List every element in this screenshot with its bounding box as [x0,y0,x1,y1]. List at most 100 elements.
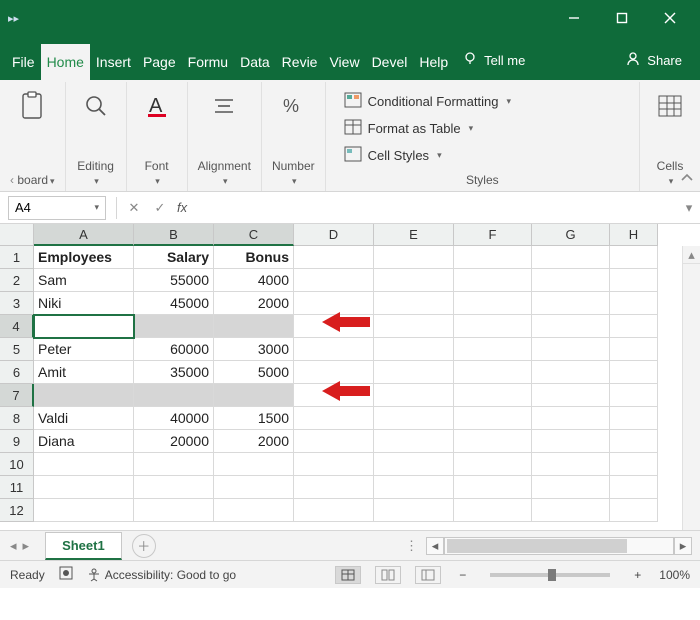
row-header-1[interactable]: 1 [0,246,34,269]
tab-view[interactable]: View [323,44,365,80]
cell-H5[interactable] [610,338,658,361]
cell-F6[interactable] [454,361,532,384]
zoom-out-button[interactable]: − [455,568,470,582]
cell-C5[interactable]: 3000 [214,338,294,361]
vertical-scrollbar[interactable]: ▴ [682,246,700,530]
cell-F12[interactable] [454,499,532,522]
accessibility-button[interactable]: Accessibility: Good to go [87,568,236,582]
cell-B5[interactable]: 60000 [134,338,214,361]
cell-D12[interactable] [294,499,374,522]
tab-page-layout[interactable]: Page [137,44,182,80]
col-header-A[interactable]: A [34,224,134,246]
cell-B10[interactable] [134,453,214,476]
row-header-3[interactable]: 3 [0,292,34,315]
cell-C3[interactable]: 2000 [214,292,294,315]
cell-E5[interactable] [374,338,454,361]
tab-review[interactable]: Revie [276,44,324,80]
cell-F7[interactable] [454,384,532,407]
cell-H7[interactable] [610,384,658,407]
tab-home[interactable]: Home [41,44,90,80]
cell-H4[interactable] [610,315,658,338]
row-header-5[interactable]: 5 [0,338,34,361]
zoom-level[interactable]: 100% [659,568,690,582]
cell-G6[interactable] [532,361,610,384]
tab-formulas[interactable]: Formu [182,44,234,80]
cell-F4[interactable] [454,315,532,338]
fx-icon[interactable]: fx [173,200,191,215]
row-header-12[interactable]: 12 [0,499,34,522]
expand-formula-bar-button[interactable]: ▾ [678,200,700,216]
cell-A5[interactable]: Peter [34,338,134,361]
row-header-6[interactable]: 6 [0,361,34,384]
cancel-formula-button[interactable]: ✕ [121,200,147,216]
cell-G1[interactable] [532,246,610,269]
cell-E1[interactable] [374,246,454,269]
hscroll-right-button[interactable]: ▸ [674,537,692,555]
cell-G3[interactable] [532,292,610,315]
cell-C2[interactable]: 4000 [214,269,294,292]
alignment-button[interactable] [204,86,244,126]
cell-D10[interactable] [294,453,374,476]
cells-button[interactable] [650,86,690,126]
cell-A2[interactable]: Sam [34,269,134,292]
cell-G4[interactable] [532,315,610,338]
col-header-E[interactable]: E [374,224,454,246]
cell-A9[interactable]: Diana [34,430,134,453]
col-header-B[interactable]: B [134,224,214,246]
cell-E9[interactable] [374,430,454,453]
cell-D1[interactable] [294,246,374,269]
maximize-button[interactable] [600,4,644,32]
cell-A1[interactable]: Employees [34,246,134,269]
cell-A3[interactable]: Niki [34,292,134,315]
paste-button[interactable] [12,86,52,126]
tab-data[interactable]: Data [234,44,276,80]
scroll-up-button[interactable]: ▴ [683,246,700,264]
column-headers[interactable]: ABCDEFGH [34,224,700,246]
col-header-H[interactable]: H [610,224,658,246]
cell-A12[interactable] [34,499,134,522]
cell-H9[interactable] [610,430,658,453]
cell-D11[interactable] [294,476,374,499]
row-header-10[interactable]: 10 [0,453,34,476]
view-normal-button[interactable] [335,566,361,584]
cell-C11[interactable] [214,476,294,499]
hscroll-left-button[interactable]: ◂ [426,537,444,555]
qat-more-icon[interactable]: ▸▸ [8,12,19,25]
number-button[interactable]: % [273,86,313,126]
tab-insert[interactable]: Insert [90,44,137,80]
cell-E6[interactable] [374,361,454,384]
row-header-7[interactable]: 7 [0,384,34,407]
spreadsheet-grid[interactable]: ABCDEFGH 123456789101112 EmployeesSalary… [0,224,700,530]
row-header-9[interactable]: 9 [0,430,34,453]
find-button[interactable] [76,86,116,126]
cell-G9[interactable] [532,430,610,453]
select-all-corner[interactable] [0,224,34,246]
cell-B12[interactable] [134,499,214,522]
enter-formula-button[interactable]: ✓ [147,200,173,216]
cell-H10[interactable] [610,453,658,476]
collapse-ribbon-button[interactable] [680,172,694,187]
cell-C12[interactable] [214,499,294,522]
cell-F9[interactable] [454,430,532,453]
row-header-4[interactable]: 4 [0,315,34,338]
cell-C9[interactable]: 2000 [214,430,294,453]
cell-F5[interactable] [454,338,532,361]
cell-E8[interactable] [374,407,454,430]
cell-B3[interactable]: 45000 [134,292,214,315]
cell-F1[interactable] [454,246,532,269]
cell-D8[interactable] [294,407,374,430]
cell-A6[interactable]: Amit [34,361,134,384]
cell-E10[interactable] [374,453,454,476]
cell-G7[interactable] [532,384,610,407]
sheet-nav-next[interactable]: ▸ [23,538,30,554]
cell-B9[interactable]: 20000 [134,430,214,453]
conditional-formatting-button[interactable]: Conditional Formatting▾ [344,90,511,113]
formula-input[interactable] [191,196,678,220]
row-headers[interactable]: 123456789101112 [0,246,34,522]
cell-F3[interactable] [454,292,532,315]
format-as-table-button[interactable]: Format as Table▾ [344,117,511,140]
font-button[interactable]: A [137,86,177,126]
name-box[interactable]: A4 ▾ [8,196,106,220]
cell-A8[interactable]: Valdi [34,407,134,430]
cell-F2[interactable] [454,269,532,292]
